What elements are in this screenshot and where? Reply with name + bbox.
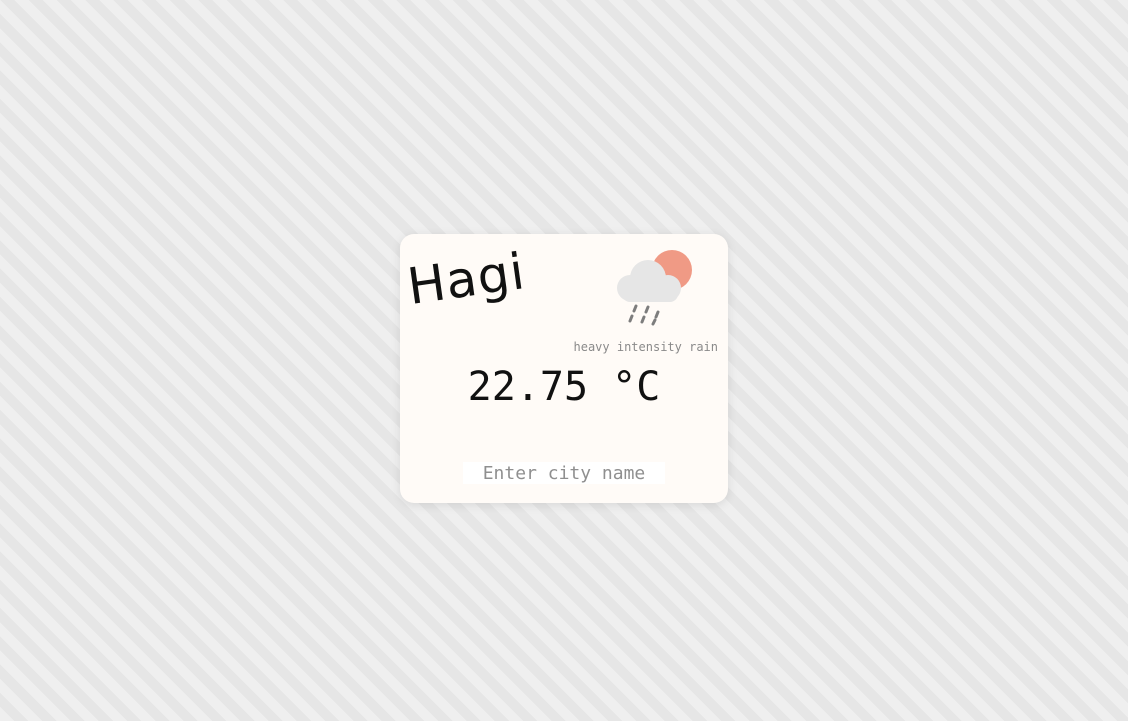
- rain-cloud-sun-icon: [617, 250, 692, 326]
- city-name: Hagi: [403, 242, 529, 316]
- city-search-input[interactable]: [463, 462, 665, 484]
- weather-description: heavy intensity rain: [573, 340, 719, 354]
- weather-card: Hagi heavy intensity rain 22.75 °C: [400, 234, 728, 503]
- temperature-value: 22.75 °C: [467, 364, 661, 410]
